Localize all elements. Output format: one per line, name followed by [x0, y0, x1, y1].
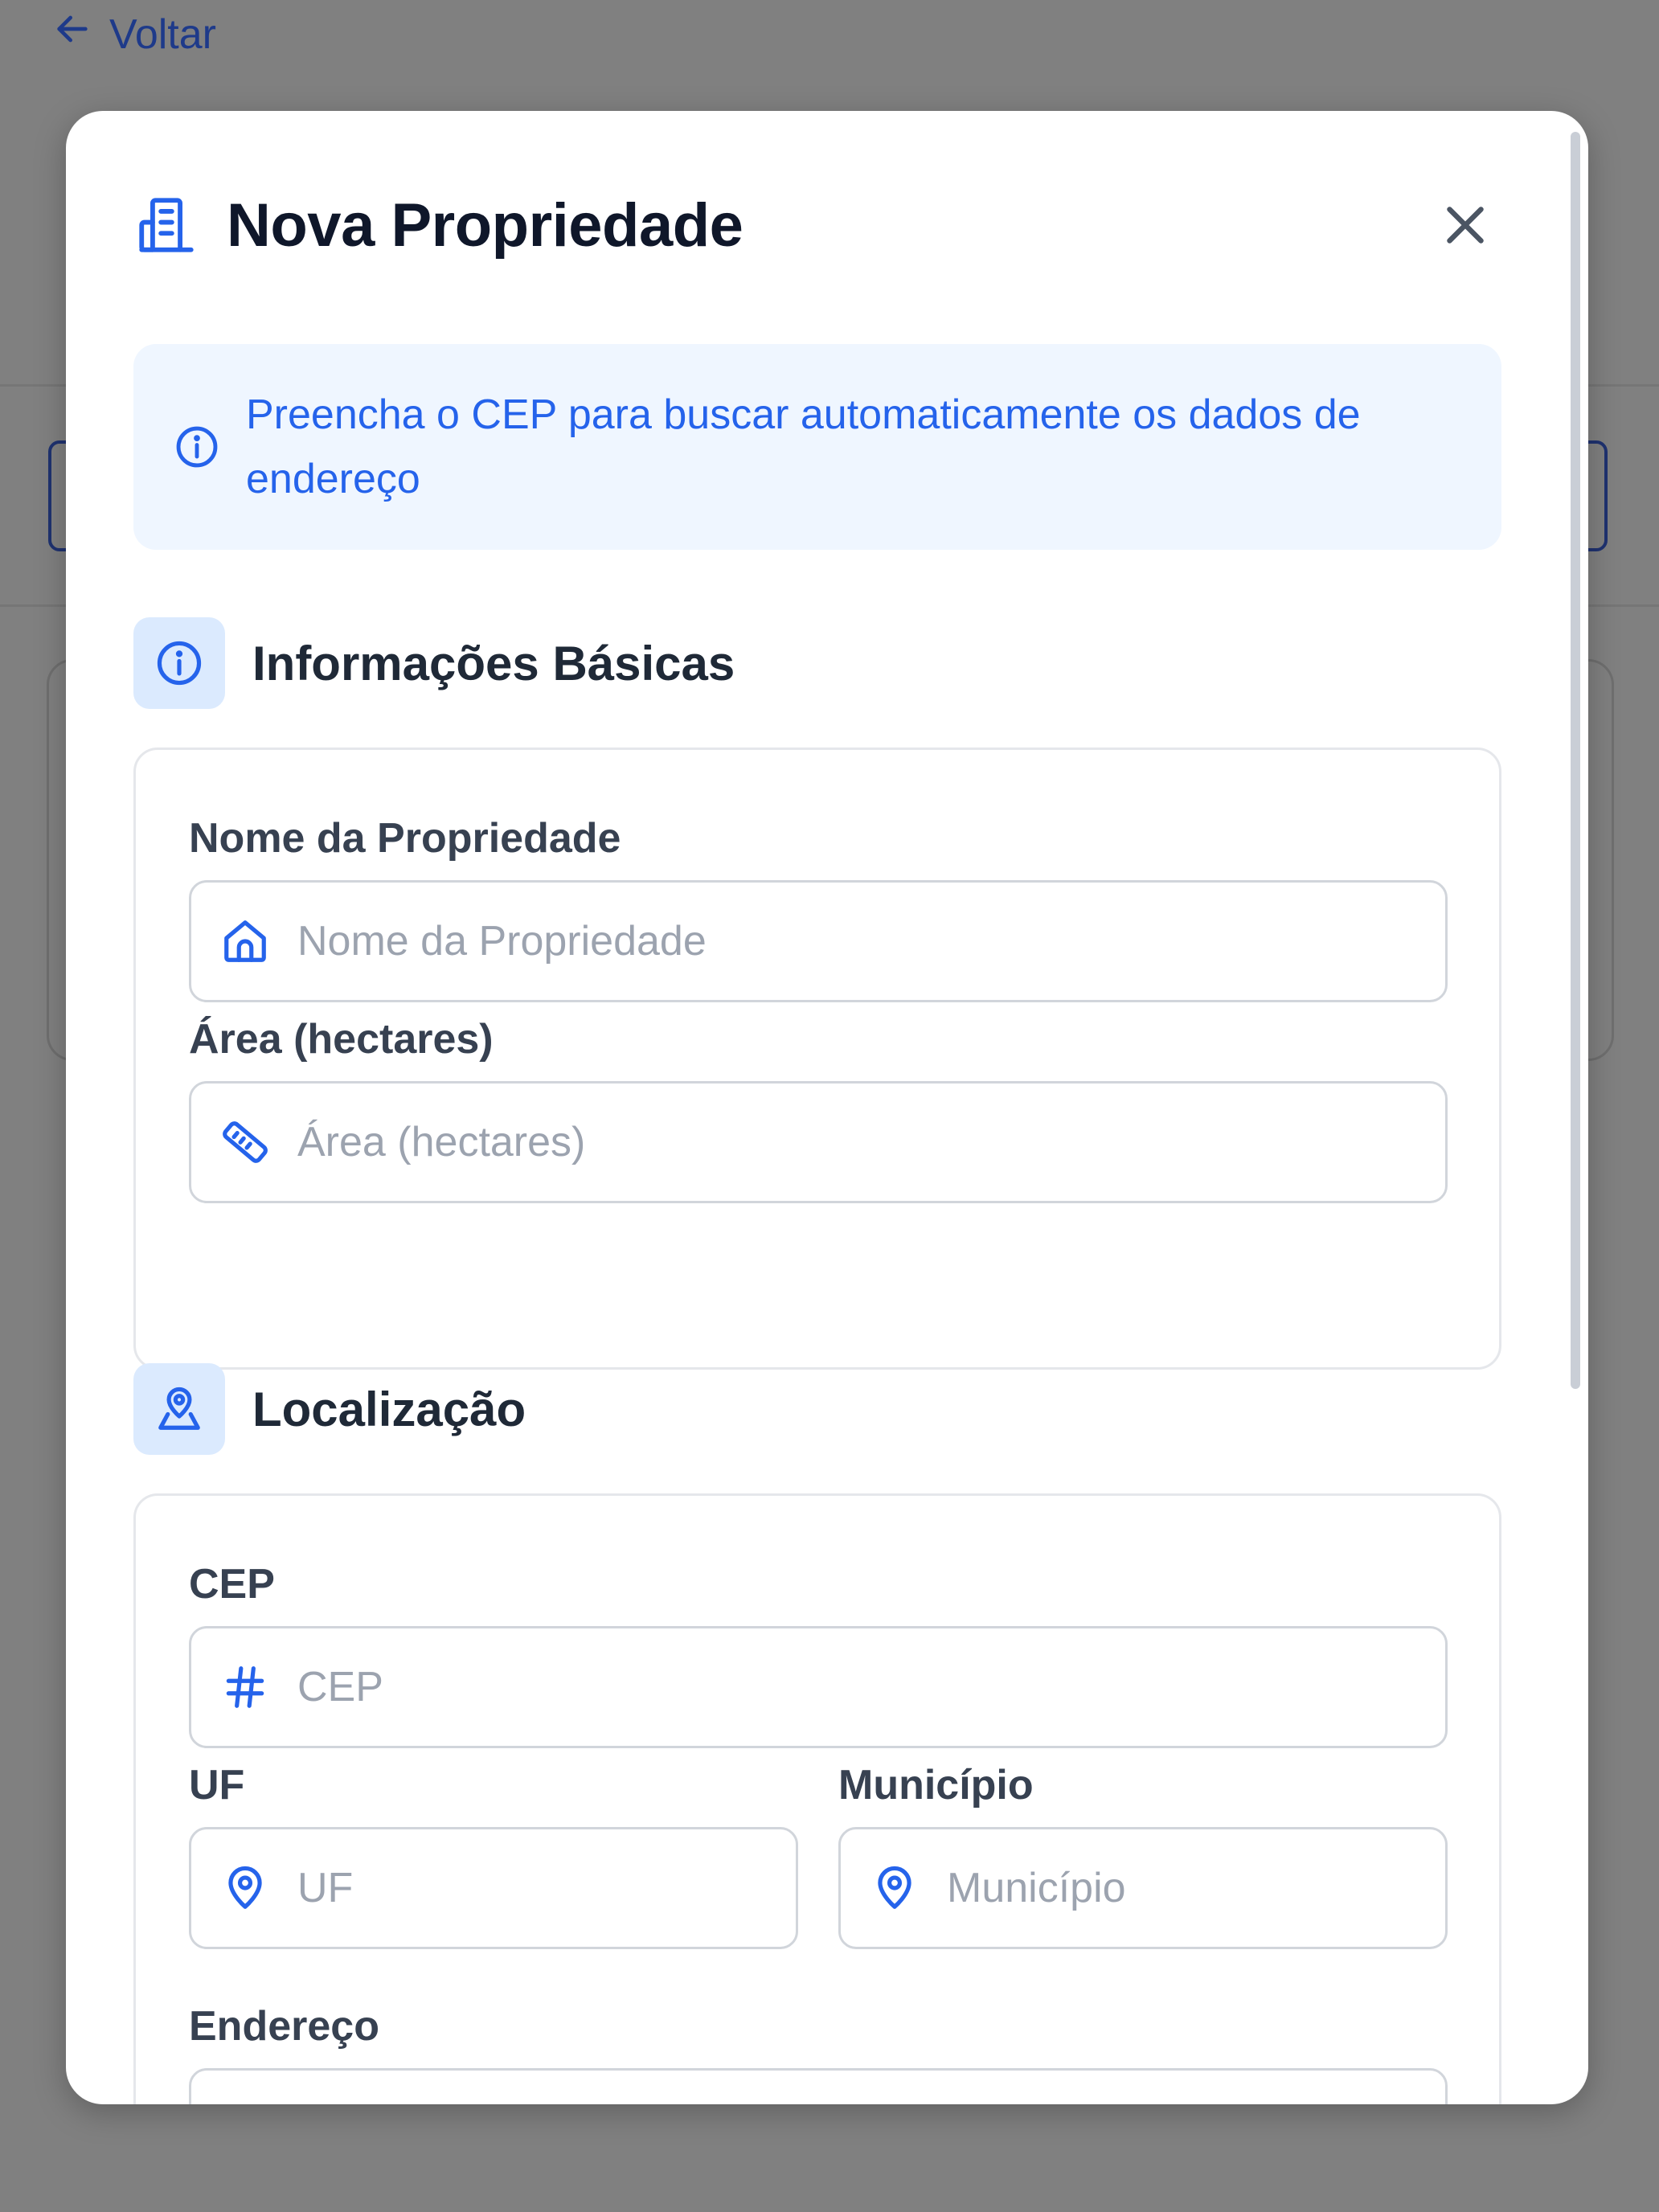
info-message: Preencha o CEP para buscar automaticamen…: [246, 391, 1361, 502]
back-link[interactable]: Voltar: [50, 6, 216, 62]
map-pin-person-icon: [133, 1363, 225, 1455]
municipio-input[interactable]: [947, 1864, 1445, 1912]
endereco-label: Endereço: [189, 2003, 379, 2050]
area-input[interactable]: [297, 1118, 1445, 1166]
section-location-header: Localização: [133, 1363, 526, 1455]
section-location-title: Localização: [252, 1382, 526, 1436]
back-link-label: Voltar: [109, 10, 216, 58]
area-field[interactable]: [189, 1081, 1448, 1203]
uf-label: UF: [189, 1762, 245, 1809]
location-pin-icon: [870, 1863, 920, 1913]
close-button[interactable]: [1431, 190, 1500, 260]
cep-field[interactable]: [189, 1626, 1448, 1748]
section-basic-card: Nome da Propriedade Área (hectares): [133, 748, 1501, 1370]
property-name-input[interactable]: [297, 917, 1445, 965]
section-basic-header: Informações Básicas: [133, 617, 735, 709]
info-banner: Preencha o CEP para buscar automaticamen…: [133, 344, 1501, 550]
home-icon: [220, 916, 270, 966]
building-icon: [133, 192, 199, 258]
info-circle-icon: [174, 424, 220, 470]
cep-input[interactable]: [297, 1663, 1445, 1711]
property-name-label: Nome da Propriedade: [189, 815, 621, 862]
section-basic-title: Informações Básicas: [252, 636, 735, 690]
municipio-label: Município: [838, 1762, 1034, 1809]
hash-icon: [220, 1662, 270, 1712]
uf-input[interactable]: [297, 1864, 796, 1912]
close-icon: [1447, 207, 1484, 244]
property-name-field[interactable]: [189, 880, 1448, 1002]
endereco-field[interactable]: [189, 2068, 1448, 2104]
info-circle-icon: [133, 617, 225, 709]
uf-field[interactable]: [189, 1827, 798, 1949]
modal-title: Nova Propriedade: [227, 190, 743, 260]
modal-scrollbar[interactable]: [1571, 132, 1580, 1389]
area-label: Área (hectares): [189, 1016, 494, 1063]
arrow-left-icon: [50, 6, 95, 62]
cep-label: CEP: [189, 1561, 275, 1608]
municipio-field[interactable]: [838, 1827, 1448, 1949]
modal-header: Nova Propriedade: [133, 185, 1500, 265]
new-property-modal: Nova Propriedade Preencha o CEP para bus…: [66, 111, 1588, 2104]
ruler-icon: [220, 1117, 270, 1167]
section-location-card: CEP UF Município Endereço: [133, 1493, 1501, 2104]
location-pin-icon: [220, 1863, 270, 1913]
